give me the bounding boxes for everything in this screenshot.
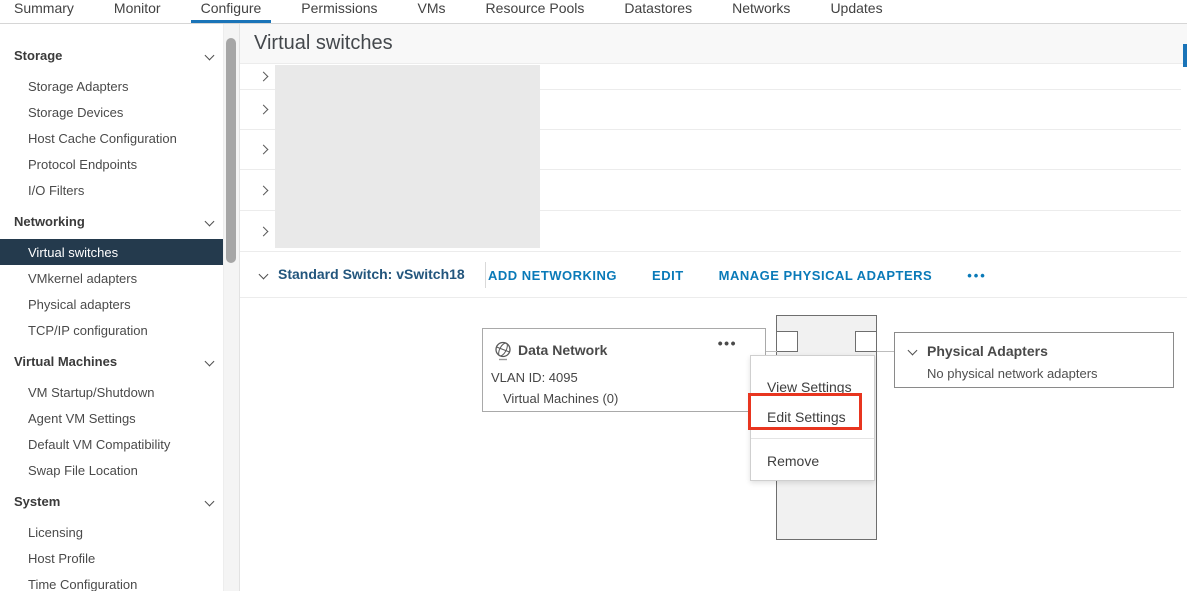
content-header: Virtual switches: [240, 24, 1187, 64]
sidebar-item-virtual-switches[interactable]: Virtual switches: [0, 239, 226, 265]
switch-port-right: [855, 331, 877, 352]
connector-line-right: [877, 351, 895, 352]
network-globe-icon: [494, 341, 512, 361]
sidebar-item-vm-startup-shutdown[interactable]: VM Startup/Shutdown: [0, 379, 239, 405]
tab-monitor[interactable]: Monitor: [104, 0, 171, 23]
sidebar-section-system: System Licensing Host Profile Time Confi…: [0, 488, 239, 591]
sidebar-header-label: Storage: [14, 48, 62, 63]
menu-item-view-settings[interactable]: View Settings: [751, 373, 874, 401]
sidebar-item-tcpip-configuration[interactable]: TCP/IP configuration: [0, 317, 239, 343]
sidebar-section-networking: Networking Virtual switches VMkernel ada…: [0, 208, 239, 343]
sidebar-header-system[interactable]: System: [0, 488, 239, 514]
sidebar-header-label: System: [14, 494, 60, 509]
menu-item-edit-settings[interactable]: Edit Settings: [751, 403, 874, 431]
sidebar-header-virtual-machines[interactable]: Virtual Machines: [0, 348, 239, 374]
chevron-down-icon[interactable]: [908, 346, 918, 356]
manage-physical-adapters-link[interactable]: MANAGE PHYSICAL ADAPTERS: [719, 268, 933, 283]
more-actions-icon[interactable]: •••: [967, 268, 987, 283]
sidebar-section-virtual-machines: Virtual Machines VM Startup/Shutdown Age…: [0, 348, 239, 483]
chevron-down-icon: [205, 216, 215, 226]
virtual-switches-panel: Virtual switches Standard Switch: vSwitc…: [240, 24, 1187, 591]
configure-sidebar: Storage Storage Adapters Storage Devices…: [0, 24, 240, 591]
sidebar-item-storage-devices[interactable]: Storage Devices: [0, 99, 239, 125]
chevron-down-icon: [205, 496, 215, 506]
edit-link[interactable]: EDIT: [652, 268, 684, 283]
chevron-down-icon[interactable]: [259, 270, 269, 280]
sidebar-item-licensing[interactable]: Licensing: [0, 519, 239, 545]
chevron-right-icon: [259, 145, 269, 155]
sidebar-item-default-vm-compatibility[interactable]: Default VM Compatibility: [0, 431, 239, 457]
tab-datastores[interactable]: Datastores: [614, 0, 702, 23]
sidebar-item-agent-vm-settings[interactable]: Agent VM Settings: [0, 405, 239, 431]
tab-configure[interactable]: Configure: [191, 0, 272, 23]
tab-vms[interactable]: VMs: [408, 0, 456, 23]
chevron-down-icon: [205, 356, 215, 366]
sidebar-item-time-configuration[interactable]: Time Configuration: [0, 571, 239, 591]
port-group-vms-link[interactable]: Virtual Machines (0): [503, 391, 618, 406]
menu-item-remove[interactable]: Remove: [751, 447, 874, 475]
chevron-right-icon: [259, 72, 269, 82]
sidebar-header-label: Virtual Machines: [14, 354, 117, 369]
standard-switch-bar: Standard Switch: vSwitch18 ADD NETWORKIN…: [240, 252, 1187, 298]
sidebar-header-networking[interactable]: Networking: [0, 208, 239, 234]
tab-networks[interactable]: Networks: [722, 0, 800, 23]
sidebar-item-storage-adapters[interactable]: Storage Adapters: [0, 73, 239, 99]
tab-summary[interactable]: Summary: [4, 0, 84, 23]
sidebar-header-label: Networking: [14, 214, 85, 229]
chevron-right-icon: [259, 105, 269, 115]
tab-updates[interactable]: Updates: [820, 0, 892, 23]
physical-adapters-title: Physical Adapters: [927, 343, 1048, 359]
port-group-context-menu: View Settings Edit Settings Remove: [750, 355, 875, 481]
sidebar-header-storage[interactable]: Storage: [0, 42, 239, 68]
sidebar-section-storage: Storage Storage Adapters Storage Devices…: [0, 42, 239, 203]
edge-button-fragment[interactable]: [1183, 44, 1187, 67]
chevron-right-icon: [259, 185, 269, 195]
physical-adapters-empty-text: No physical network adapters: [927, 366, 1098, 381]
chevron-down-icon: [205, 50, 215, 60]
sidebar-item-swap-file-location[interactable]: Swap File Location: [0, 457, 239, 483]
sidebar-item-host-profile[interactable]: Host Profile: [0, 545, 239, 571]
tab-permissions[interactable]: Permissions: [291, 0, 387, 23]
physical-adapters-card[interactable]: Physical Adapters No physical network ad…: [894, 332, 1174, 388]
redacted-region: [275, 65, 540, 248]
port-group-card[interactable]: Data Network ••• VLAN ID: 4095 Virtual M…: [482, 328, 766, 412]
entity-tab-bar: Summary Monitor Configure Permissions VM…: [0, 0, 1187, 24]
standard-switch-title[interactable]: Standard Switch: vSwitch18: [278, 266, 465, 282]
sidebar-item-physical-adapters[interactable]: Physical adapters: [0, 291, 239, 317]
add-networking-link[interactable]: ADD NETWORKING: [488, 268, 617, 283]
sidebar-item-protocol-endpoints[interactable]: Protocol Endpoints: [0, 151, 239, 177]
port-group-name: Data Network: [518, 342, 607, 358]
port-group-vlan: VLAN ID: 4095: [491, 370, 578, 385]
sidebar-item-vmkernel-adapters[interactable]: VMkernel adapters: [0, 265, 239, 291]
chevron-right-icon: [259, 226, 269, 236]
sidebar-scrollbar-thumb[interactable]: [226, 38, 236, 263]
tab-resource-pools[interactable]: Resource Pools: [476, 0, 595, 23]
menu-divider: [751, 438, 874, 439]
switch-port-left: [776, 331, 798, 352]
switch-list: [240, 64, 1181, 252]
port-group-actions-icon[interactable]: •••: [718, 335, 737, 351]
connector-line-left: [766, 351, 777, 352]
sidebar-item-host-cache-configuration[interactable]: Host Cache Configuration: [0, 125, 239, 151]
sidebar-item-io-filters[interactable]: I/O Filters: [0, 177, 239, 203]
vertical-divider: [485, 262, 486, 288]
page-title: Virtual switches: [254, 32, 393, 55]
